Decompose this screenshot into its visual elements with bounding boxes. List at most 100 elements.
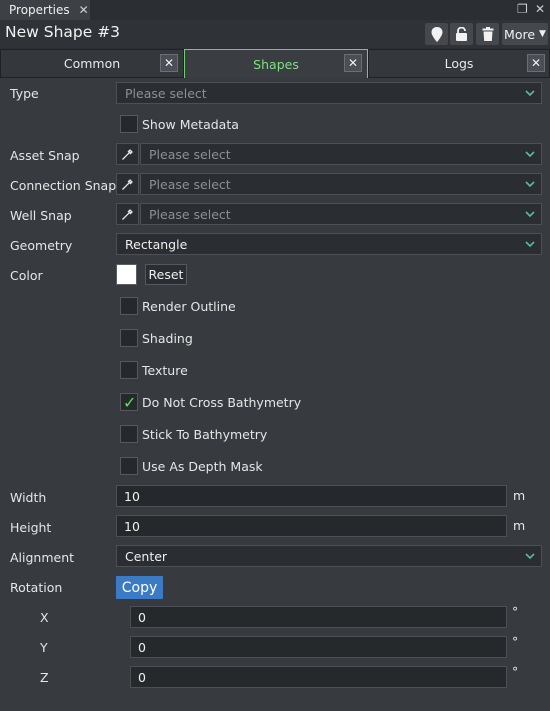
well-snap-label: Well Snap [10, 208, 72, 223]
render-outline-checkbox[interactable] [120, 297, 138, 315]
asset-snap-placeholder: Please select [149, 146, 231, 162]
height-value: 10 [124, 518, 140, 534]
rotation-z-unit: ° [512, 664, 519, 679]
checkmark-icon: ✓ [123, 393, 137, 412]
render-outline-row[interactable]: Render Outline [120, 297, 236, 315]
color-label: Color [10, 268, 43, 283]
shading-row[interactable]: Shading [120, 329, 193, 347]
use-as-depth-mask-checkbox[interactable] [120, 457, 138, 475]
type-dropdown[interactable]: Please select [116, 82, 542, 104]
connection-snap-placeholder: Please select [149, 176, 231, 192]
tab-label: Logs [444, 56, 474, 71]
lock-button[interactable] [450, 23, 473, 45]
connection-snap-dropdown[interactable]: Please select [140, 173, 542, 195]
tab-strip: Common ✕ Shapes ✕ Logs ✕ [0, 48, 550, 78]
rotation-y-label: Y [40, 640, 48, 655]
rotation-z-value: 0 [138, 669, 146, 685]
connection-snap-label: Connection Snap [10, 178, 117, 193]
geometry-label: Geometry [10, 238, 73, 253]
stick-to-bathymetry-row[interactable]: Stick To Bathymetry [120, 425, 267, 443]
render-outline-label: Render Outline [142, 298, 236, 314]
chevron-down-icon [525, 181, 535, 188]
geometry-value: Rectangle [125, 236, 188, 252]
more-menu-button[interactable]: More ▼ [502, 23, 548, 45]
asset-snap-label: Asset Snap [10, 148, 80, 163]
close-icon[interactable]: ✕ [344, 54, 362, 72]
tab-label: Shapes [253, 56, 299, 72]
chevron-down-icon [525, 90, 535, 97]
stick-to-bathymetry-label: Stick To Bathymetry [142, 426, 268, 442]
rotation-x-unit: ° [512, 604, 519, 619]
type-placeholder: Please select [125, 85, 207, 101]
chevron-down-icon [525, 553, 535, 560]
width-unit: m [513, 488, 526, 503]
texture-row[interactable]: Texture [120, 361, 188, 379]
rotation-copy-button[interactable]: Copy [116, 576, 163, 599]
unlock-icon [456, 27, 467, 41]
stick-to-bathymetry-checkbox[interactable] [120, 425, 138, 443]
show-metadata-label: Show Metadata [142, 116, 239, 132]
pane-tab-label: Properties [9, 3, 70, 17]
rotation-z-label: Z [40, 670, 49, 685]
texture-checkbox[interactable] [120, 361, 138, 379]
alignment-label: Alignment [10, 550, 75, 565]
rotation-y-unit: ° [512, 634, 519, 649]
texture-label: Texture [142, 362, 188, 378]
rotation-x-field[interactable]: 0 [130, 606, 507, 628]
color-swatch[interactable] [116, 264, 137, 285]
show-metadata-checkbox[interactable] [120, 115, 138, 133]
do-not-cross-bathymetry-label: Do Not Cross Bathymetry [142, 394, 302, 410]
asset-snap-picker-button[interactable] [116, 143, 139, 165]
use-as-depth-mask-row[interactable]: Use As Depth Mask [120, 457, 263, 475]
rotation-x-value: 0 [138, 609, 146, 625]
delete-button[interactable] [476, 23, 499, 45]
close-icon[interactable]: ✕ [160, 54, 178, 72]
eyedropper-icon [122, 148, 133, 160]
shading-checkbox[interactable] [120, 329, 138, 347]
tab-logs[interactable]: Logs ✕ [368, 49, 550, 78]
width-field[interactable]: 10 [116, 485, 507, 507]
rotation-x-label: X [40, 610, 49, 625]
height-field[interactable]: 10 [116, 515, 507, 537]
tab-label: Common [63, 56, 121, 71]
pane-close-icon[interactable]: ✕ [79, 3, 89, 17]
rotation-z-field[interactable]: 0 [130, 666, 507, 688]
window-close-icon[interactable]: ✕ [535, 2, 545, 16]
title-bar: Properties ✕ ❐ ✕ [0, 0, 550, 20]
chevron-down-icon [525, 211, 535, 218]
width-value: 10 [124, 488, 140, 504]
do-not-cross-bathymetry-row[interactable]: ✓ Do Not Cross Bathymetry [120, 393, 302, 412]
pin-button[interactable] [425, 23, 448, 45]
rotation-label: Rotation [10, 580, 63, 595]
alignment-value: Center [125, 548, 168, 564]
chevron-down-icon [525, 241, 535, 248]
color-reset-button[interactable]: Reset [145, 264, 187, 285]
well-snap-placeholder: Please select [149, 206, 231, 222]
connection-snap-picker-button[interactable] [116, 173, 139, 195]
properties-pane-tab[interactable]: Properties ✕ [0, 0, 90, 20]
object-header: New Shape #3 More ▼ [0, 20, 550, 48]
height-unit: m [513, 518, 526, 533]
do-not-cross-bathymetry-checkbox[interactable]: ✓ [120, 393, 138, 412]
width-label: Width [10, 490, 47, 505]
alignment-dropdown[interactable]: Center [116, 545, 542, 567]
chevron-down-icon [525, 151, 535, 158]
more-label: More [504, 26, 536, 42]
well-snap-picker-button[interactable] [116, 203, 139, 225]
show-metadata-checkbox-row[interactable]: Show Metadata [120, 115, 239, 133]
shading-label: Shading [142, 330, 193, 346]
rotation-y-value: 0 [138, 639, 146, 655]
trash-icon [482, 27, 493, 41]
reset-label: Reset [148, 267, 184, 282]
tab-shapes[interactable]: Shapes ✕ [184, 49, 368, 78]
chevron-down-icon: ▼ [539, 29, 546, 39]
restore-icon[interactable]: ❐ [517, 2, 528, 16]
tab-common[interactable]: Common ✕ [0, 49, 184, 78]
eyedropper-icon [122, 208, 133, 220]
close-icon[interactable]: ✕ [527, 54, 545, 72]
asset-snap-dropdown[interactable]: Please select [140, 143, 542, 165]
object-title: New Shape #3 [5, 23, 121, 41]
rotation-y-field[interactable]: 0 [130, 636, 507, 658]
well-snap-dropdown[interactable]: Please select [140, 203, 542, 225]
geometry-dropdown[interactable]: Rectangle [116, 233, 542, 255]
